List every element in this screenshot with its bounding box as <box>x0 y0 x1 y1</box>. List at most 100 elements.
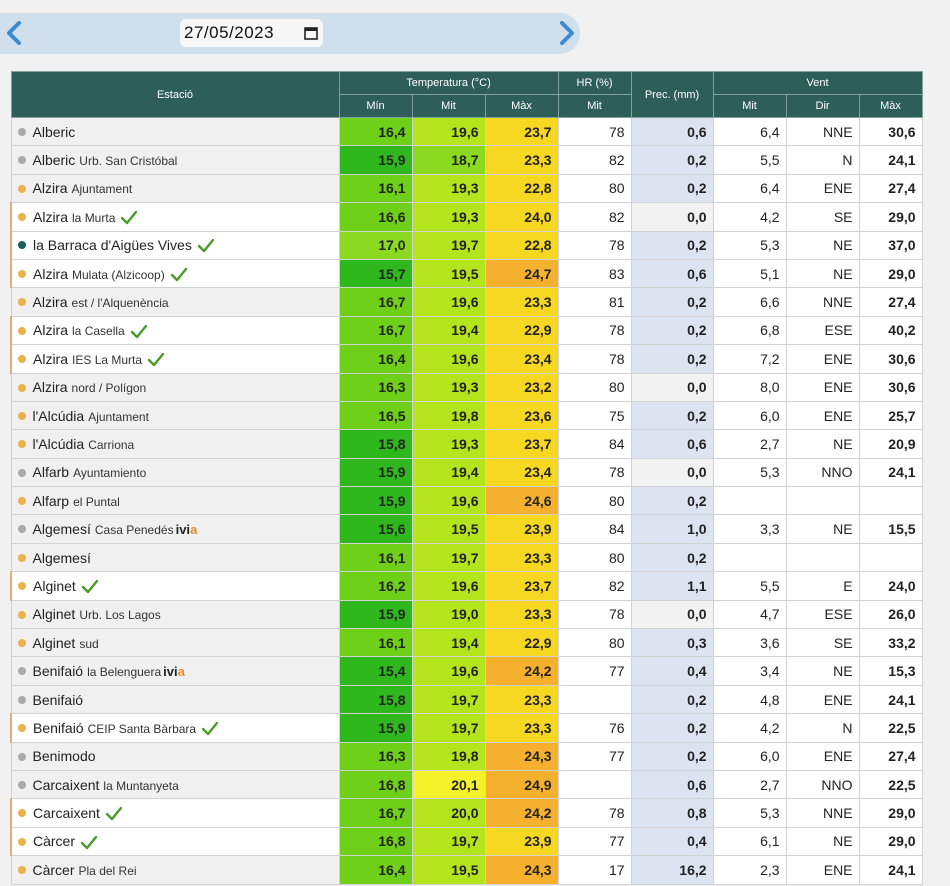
vent-dir-cell: NE <box>785 258 860 289</box>
table-row[interactable]: Carcaixent la Muntanyeta 16,8 20,1 24,9 0,6 2,… <box>10 769 923 800</box>
table-row[interactable]: Càrcer 16,8 19,7 23,9 77 0,4 6,1 NE 29,0 <box>10 826 923 857</box>
station-name: Alberic <box>32 152 76 169</box>
station-cell[interactable]: la Barraca d'Aigües Vives <box>10 230 340 260</box>
table-row[interactable]: Alzira Ajuntament 16,1 19,3 22,8 80 0,2 6,4 ENE 2… <box>10 173 923 204</box>
station-cell[interactable]: Càrcer <box>10 826 340 857</box>
station-status-dot <box>18 809 26 818</box>
station-cell[interactable]: Alfarp el Puntal <box>10 486 340 516</box>
station-cell[interactable]: Alzira la Murta <box>10 202 340 232</box>
header-vent-max[interactable]: Màx <box>858 94 923 118</box>
table-row[interactable]: Càrcer Pla del Rei 16,4 19,5 24,3 17 16,2 2,3 EN… <box>10 855 923 885</box>
vent-dir-cell: NE <box>785 230 860 260</box>
vent-max-cell: 27,4 <box>858 287 923 317</box>
vent-dir-cell <box>785 542 860 573</box>
table-row[interactable]: la Barraca d'Aigües Vives 17,0 19,7 22,8 78 0… <box>10 230 923 260</box>
temp-max-cell: 24,7 <box>484 258 559 289</box>
station-name: Alginet <box>32 606 76 623</box>
temp-min-cell: 15,9 <box>338 457 413 488</box>
temp-mit-cell: 19,0 <box>411 599 486 630</box>
table-row[interactable]: Benifaió la Belenguera ivia 15,4 19,6 24,2 77 0… <box>10 656 923 686</box>
table-row[interactable]: Alzira la Casella 16,7 19,4 22,9 78 0,2 6,8 ESE 4… <box>10 315 923 346</box>
temp-max-cell: 23,2 <box>484 372 559 402</box>
station-cell[interactable]: Carcaixent la Muntanyeta <box>10 769 340 800</box>
station-status-dot <box>17 127 26 136</box>
table-row[interactable]: Algemesí 16,1 19,7 23,3 80 0,2 <box>10 542 923 573</box>
station-cell[interactable]: l'Alcúdia Carriona <box>10 429 340 459</box>
table-row[interactable]: Alzira est / l'Alquenència 16,7 19,6 23,3 81 0… <box>10 287 923 317</box>
previous-day-icon[interactable] <box>3 21 27 45</box>
table-row[interactable]: Alzira IES La Murta 16,4 19,6 23,4 78 0,2 7,2 EN… <box>10 344 923 374</box>
table-row[interactable]: Alginet sud 16,1 19,4 22,9 80 0,3 3,6 SE 33,2 <box>10 628 923 658</box>
calendar-icon[interactable] <box>303 25 319 41</box>
table-row[interactable]: Benifaió 15,8 19,7 23,3 0,2 4,8 ENE 24,1 <box>10 684 923 715</box>
prec-cell: 0,6 <box>630 258 714 289</box>
station-cell[interactable]: Alzira IES La Murta <box>10 344 340 374</box>
temp-mit-cell: 19,8 <box>411 400 486 431</box>
header-estacio[interactable]: Estació <box>10 71 340 118</box>
station-cell[interactable]: Alzira est / l'Alquenència <box>10 287 340 317</box>
table-row[interactable]: Alzira la Murta 16,6 19,3 24,0 82 0,0 4,2 SE 29,0 <box>10 202 923 232</box>
header-temp-min[interactable]: Mín <box>338 94 413 118</box>
header-temp-mit[interactable]: Mit <box>411 94 486 118</box>
vent-dir-cell: ESE <box>785 315 860 346</box>
station-cell[interactable]: Benifaió la Belenguera ivia <box>10 656 340 686</box>
table-row[interactable]: Benimodo 16,3 19,8 24,3 77 0,2 6,0 ENE 27,4 <box>10 741 923 771</box>
table-row[interactable]: Alzira nord / Polígon 16,3 19,3 23,2 80 0,0 8,0… <box>10 372 923 402</box>
header-hr-mit[interactable]: Mit <box>557 94 632 118</box>
station-cell[interactable]: Benifaió CEIP Santa Bàrbara <box>10 713 340 743</box>
header-prec[interactable]: Prec. (mm) <box>630 71 714 118</box>
table-row[interactable]: Benifaió CEIP Santa Bàrbara 15,9 19,7 23,3 76… <box>10 713 923 743</box>
station-cell[interactable]: Alberic <box>10 116 340 147</box>
station-cell[interactable]: Alginet sud <box>10 628 340 658</box>
vent-mit-cell: 8,0 <box>712 372 787 402</box>
table-row[interactable]: Alberic Urb. San Cristóbal 15,9 18,7 23,3 82 0… <box>10 145 923 175</box>
temp-max-cell: 24,0 <box>484 202 559 232</box>
table-row[interactable]: l'Alcúdia Ajuntament 16,5 19,8 23,6 75 0,2 6,0 E… <box>10 400 923 431</box>
table-row[interactable]: Alfarp el Puntal 15,9 19,6 24,6 80 0,2 <box>10 486 923 516</box>
vent-mit-cell <box>712 486 787 516</box>
station-cell[interactable]: l'Alcúdia Ajuntament <box>10 400 340 431</box>
station-location: Ajuntament <box>88 409 149 424</box>
prec-cell: 0,2 <box>630 486 714 516</box>
prec-cell: 0,4 <box>630 826 714 857</box>
station-cell[interactable]: Alzira Mulata (Alzicoop) <box>10 258 340 289</box>
station-cell[interactable]: Benifaió <box>10 684 340 715</box>
vent-max-cell: 40,2 <box>858 315 923 346</box>
ivia-tail: a <box>177 664 185 680</box>
hr-mit-cell: 83 <box>557 258 632 289</box>
table-row[interactable]: l'Alcúdia Carriona 15,8 19,3 23,7 84 0,6 2,7 NE 2… <box>10 429 923 459</box>
prec-cell: 0,6 <box>630 769 714 800</box>
table-row[interactable]: Alzira Mulata (Alzicoop) 15,7 19,5 24,7 83 0,6… <box>10 258 923 289</box>
vent-mit-cell: 4,7 <box>712 599 787 630</box>
station-status-dot <box>18 241 26 250</box>
station-cell[interactable]: Alzira nord / Polígon <box>10 372 340 402</box>
table-row[interactable]: Alberic 16,4 19,6 23,7 78 0,6 6,4 NNE 30,6 <box>10 116 923 147</box>
vent-mit-cell: 3,6 <box>712 628 787 658</box>
header-vent-mit[interactable]: Mit <box>712 94 787 118</box>
vent-mit-cell: 6,4 <box>712 173 787 204</box>
station-cell[interactable]: Algemesí <box>10 542 340 573</box>
date-input[interactable]: 27/05/2023 <box>180 19 323 47</box>
station-cell[interactable]: Algemesí Casa Penedés ivia <box>10 514 340 544</box>
vent-dir-cell: SE <box>785 202 860 232</box>
table-row[interactable]: Alfarb Ayuntamiento 15,9 19,4 23,4 78 0,0 5,3 NN… <box>10 457 923 488</box>
header-temp-max[interactable]: Màx <box>484 94 559 118</box>
station-cell[interactable]: Alzira Ajuntament <box>10 173 340 204</box>
station-cell[interactable]: Carcaixent <box>10 798 340 828</box>
station-cell[interactable]: Alginet <box>10 571 340 601</box>
table-row[interactable]: Carcaixent 16,7 20,0 24,2 78 0,8 5,3 NNE 29,0 <box>10 798 923 828</box>
hr-mit-cell: 80 <box>557 486 632 516</box>
next-day-icon[interactable] <box>554 21 578 45</box>
station-cell[interactable]: Alginet Urb. Los Lagos <box>10 599 340 630</box>
table-row[interactable]: Alginet Urb. Los Lagos 15,9 19,0 23,3 78 0,0 4,… <box>10 599 923 630</box>
station-cell[interactable]: Alfarb Ayuntamiento <box>10 457 340 488</box>
table-row[interactable]: Alginet 16,2 19,6 23,7 82 1,1 5,5 E 24,0 <box>10 571 923 601</box>
station-cell[interactable]: Càrcer Pla del Rei <box>10 855 340 885</box>
table-row[interactable]: Algemesí Casa Penedés ivia 15,6 19,5 23,9 84 1,… <box>10 514 923 544</box>
prec-cell: 0,2 <box>630 230 714 260</box>
station-cell[interactable]: Alzira la Casella <box>10 315 340 346</box>
header-vent-dir[interactable]: Dir <box>785 94 860 118</box>
station-cell[interactable]: Benimodo <box>10 741 340 771</box>
station-cell[interactable]: Alberic Urb. San Cristóbal <box>10 145 340 175</box>
check-icon <box>170 267 187 281</box>
